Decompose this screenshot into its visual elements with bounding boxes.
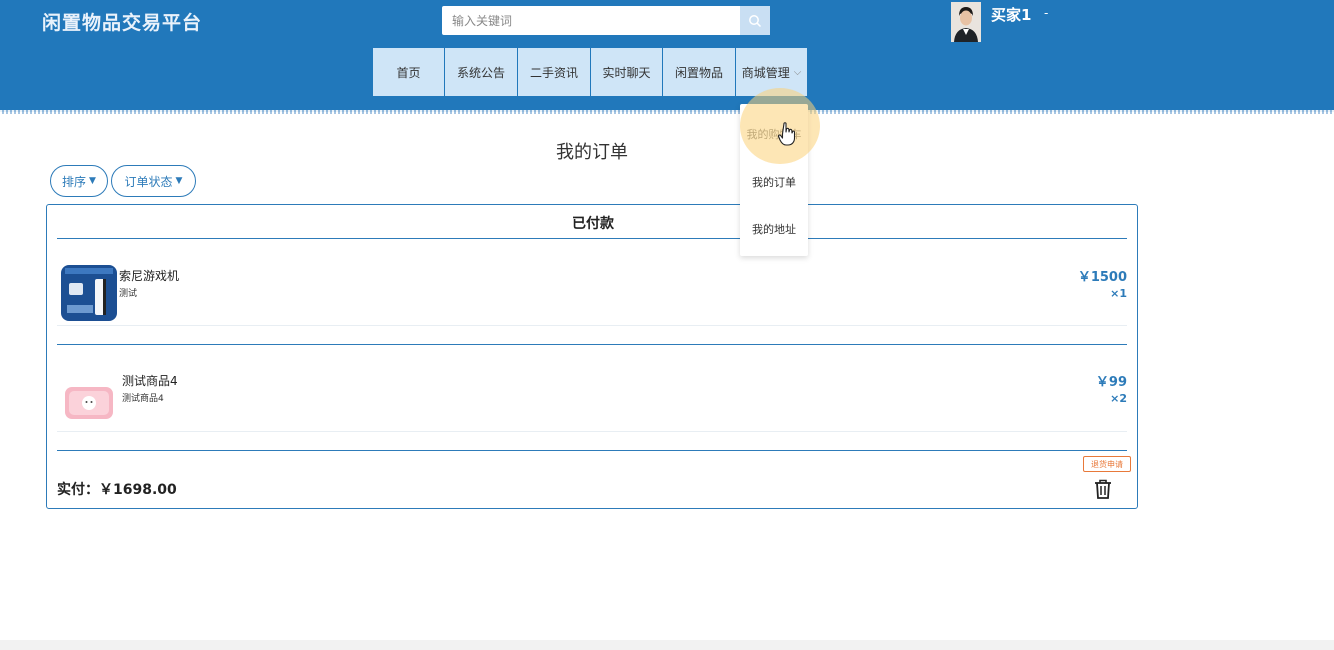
chevron-down-icon: ⌵: [793, 66, 802, 78]
sort-label: 排序: [62, 174, 87, 189]
product-description: 测试商品4: [122, 394, 164, 404]
nav-home-label: 首页: [396, 65, 421, 80]
divider: [57, 238, 1127, 239]
sort-dropdown-button[interactable]: 排序 ▼: [50, 165, 108, 197]
search-icon: [749, 14, 762, 27]
order-total: 实付：￥1698.00: [57, 482, 177, 498]
product-description: 测试: [119, 289, 138, 299]
search-input[interactable]: [442, 6, 740, 35]
nav-announcements[interactable]: 系统公告: [445, 48, 517, 96]
caret-down-icon: ▼: [175, 176, 183, 186]
divider: [57, 450, 1127, 451]
caret-down-icon: ▼: [89, 176, 96, 186]
nav-news-label: 二手资讯: [529, 65, 578, 80]
avatar-image: [951, 2, 981, 42]
order-card: 已付款 索尼游戏机 测试 ￥1500 ×1 测试商品4 测试商品4 ￥99 ×2…: [46, 204, 1138, 509]
product-price: ￥1500: [1077, 270, 1127, 285]
product-name[interactable]: 测试商品4: [122, 372, 178, 389]
nav-news[interactable]: 二手资讯: [518, 48, 590, 96]
nav-chat[interactable]: 实时聊天: [591, 48, 662, 96]
search-box: [442, 6, 770, 35]
username[interactable]: 买家1: [991, 4, 1031, 25]
game-console-image: [61, 265, 117, 321]
pink-pouch-image: [61, 373, 117, 429]
page-bottom-strip: [0, 640, 1334, 650]
delete-order-button[interactable]: [1093, 478, 1113, 504]
product-thumbnail[interactable]: [61, 265, 117, 321]
menu-item-my-address[interactable]: 我的地址: [740, 221, 808, 237]
nav-announcements-label: 系统公告: [456, 65, 505, 80]
trash-icon: [1095, 479, 1111, 499]
order-status-filter-label: 订单状态: [124, 174, 173, 189]
product-quantity: ×1: [1110, 287, 1127, 300]
nav-idle-items-label: 闲置物品: [674, 65, 723, 80]
nav-home[interactable]: 首页: [373, 48, 444, 96]
order-item[interactable]: 测试商品4 测试商品4 ￥99 ×2: [57, 371, 1127, 451]
nav-mall-management[interactable]: 商城管理 ⌵: [736, 48, 807, 96]
divider: [57, 344, 1127, 345]
menu-item-my-cart[interactable]: 我的购物车: [740, 126, 808, 142]
divider: [57, 325, 1127, 326]
nav-idle-items[interactable]: 闲置物品: [663, 48, 735, 96]
header-edge-divider: [0, 110, 1334, 114]
refund-request-label: 退货申请: [1091, 459, 1123, 469]
nav-chat-label: 实时聊天: [602, 65, 651, 80]
divider: [57, 431, 1127, 432]
user-menu-caret[interactable]: -: [1044, 6, 1048, 20]
order-status-dropdown-button[interactable]: 订单状态 ▼: [111, 165, 196, 197]
refund-request-button[interactable]: 退货申请: [1083, 456, 1131, 472]
product-quantity: ×2: [1110, 392, 1127, 405]
main-nav: 首页 系统公告 二手资讯 实时聊天 闲置物品 商城管理 ⌵: [373, 48, 807, 96]
menu-item-my-orders[interactable]: 我的订单: [740, 174, 808, 190]
avatar[interactable]: [951, 2, 981, 42]
product-name[interactable]: 索尼游戏机: [119, 267, 179, 284]
order-status: 已付款: [572, 216, 614, 232]
product-price: ￥99: [1095, 375, 1127, 390]
product-thumbnail[interactable]: [61, 373, 117, 429]
mall-management-dropdown: 我的购物车 我的订单 我的地址: [740, 104, 808, 256]
nav-mall-management-label: 商城管理: [741, 65, 790, 80]
search-button[interactable]: [740, 6, 770, 35]
order-item[interactable]: 索尼游戏机 测试 ￥1500 ×1: [57, 265, 1127, 345]
page-title: 我的订单: [556, 142, 628, 163]
site-title[interactable]: 闲置物品交易平台: [42, 8, 202, 35]
top-header: 闲置物品交易平台 买家1 - 首页 系统公告 二手资讯 实时聊天 闲置物品 商城…: [0, 0, 1334, 112]
